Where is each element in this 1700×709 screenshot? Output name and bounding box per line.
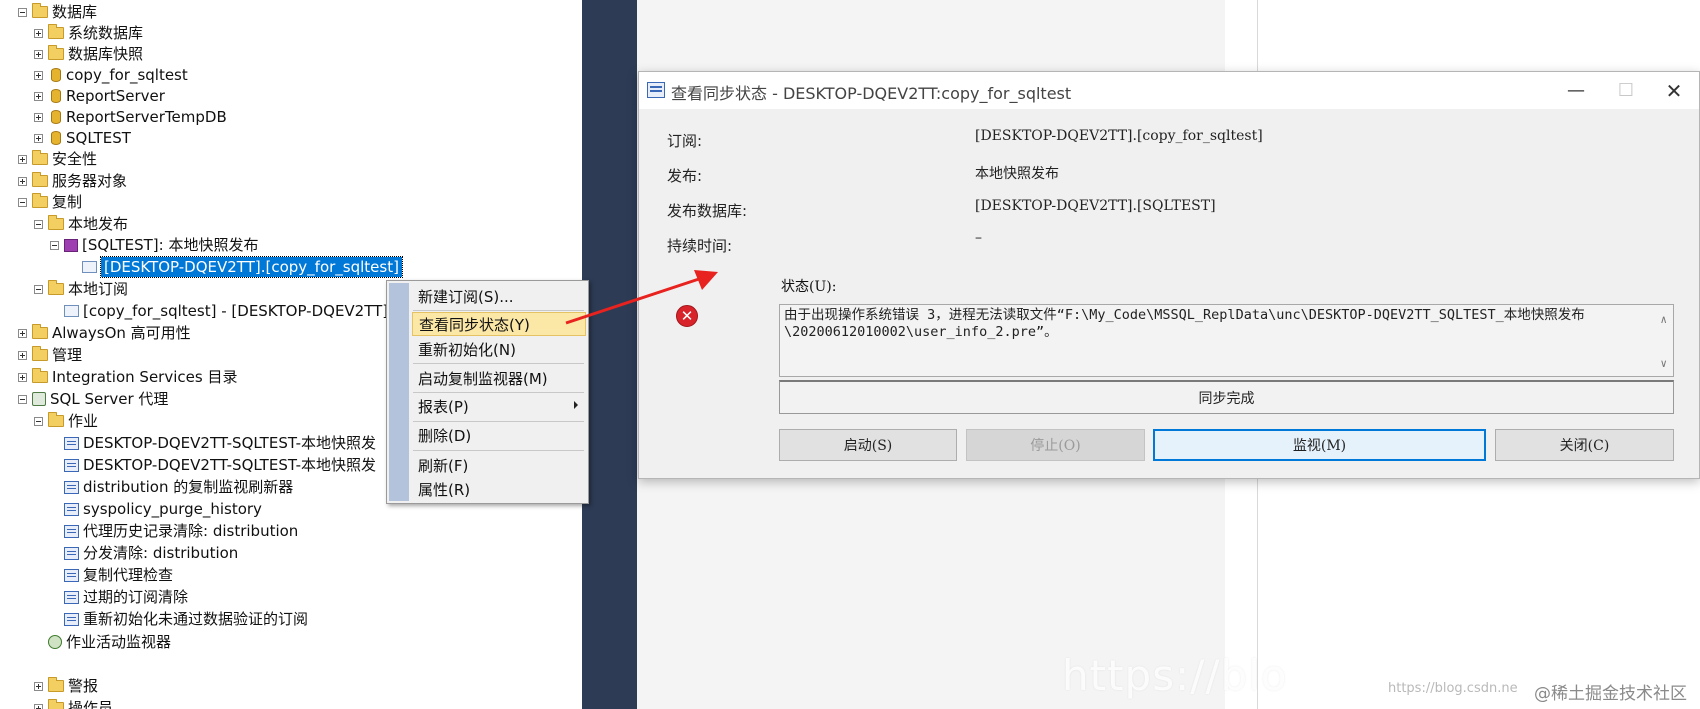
watermark-url: https://blog.csdn.ne: [1388, 681, 1518, 696]
annotation-arrow: [565, 270, 718, 325]
arrow-shaft: [565, 276, 703, 325]
watermark-large: https://blo: [1062, 651, 1288, 700]
watermark-brand: @稀土掘金技术社区: [1534, 684, 1687, 704]
